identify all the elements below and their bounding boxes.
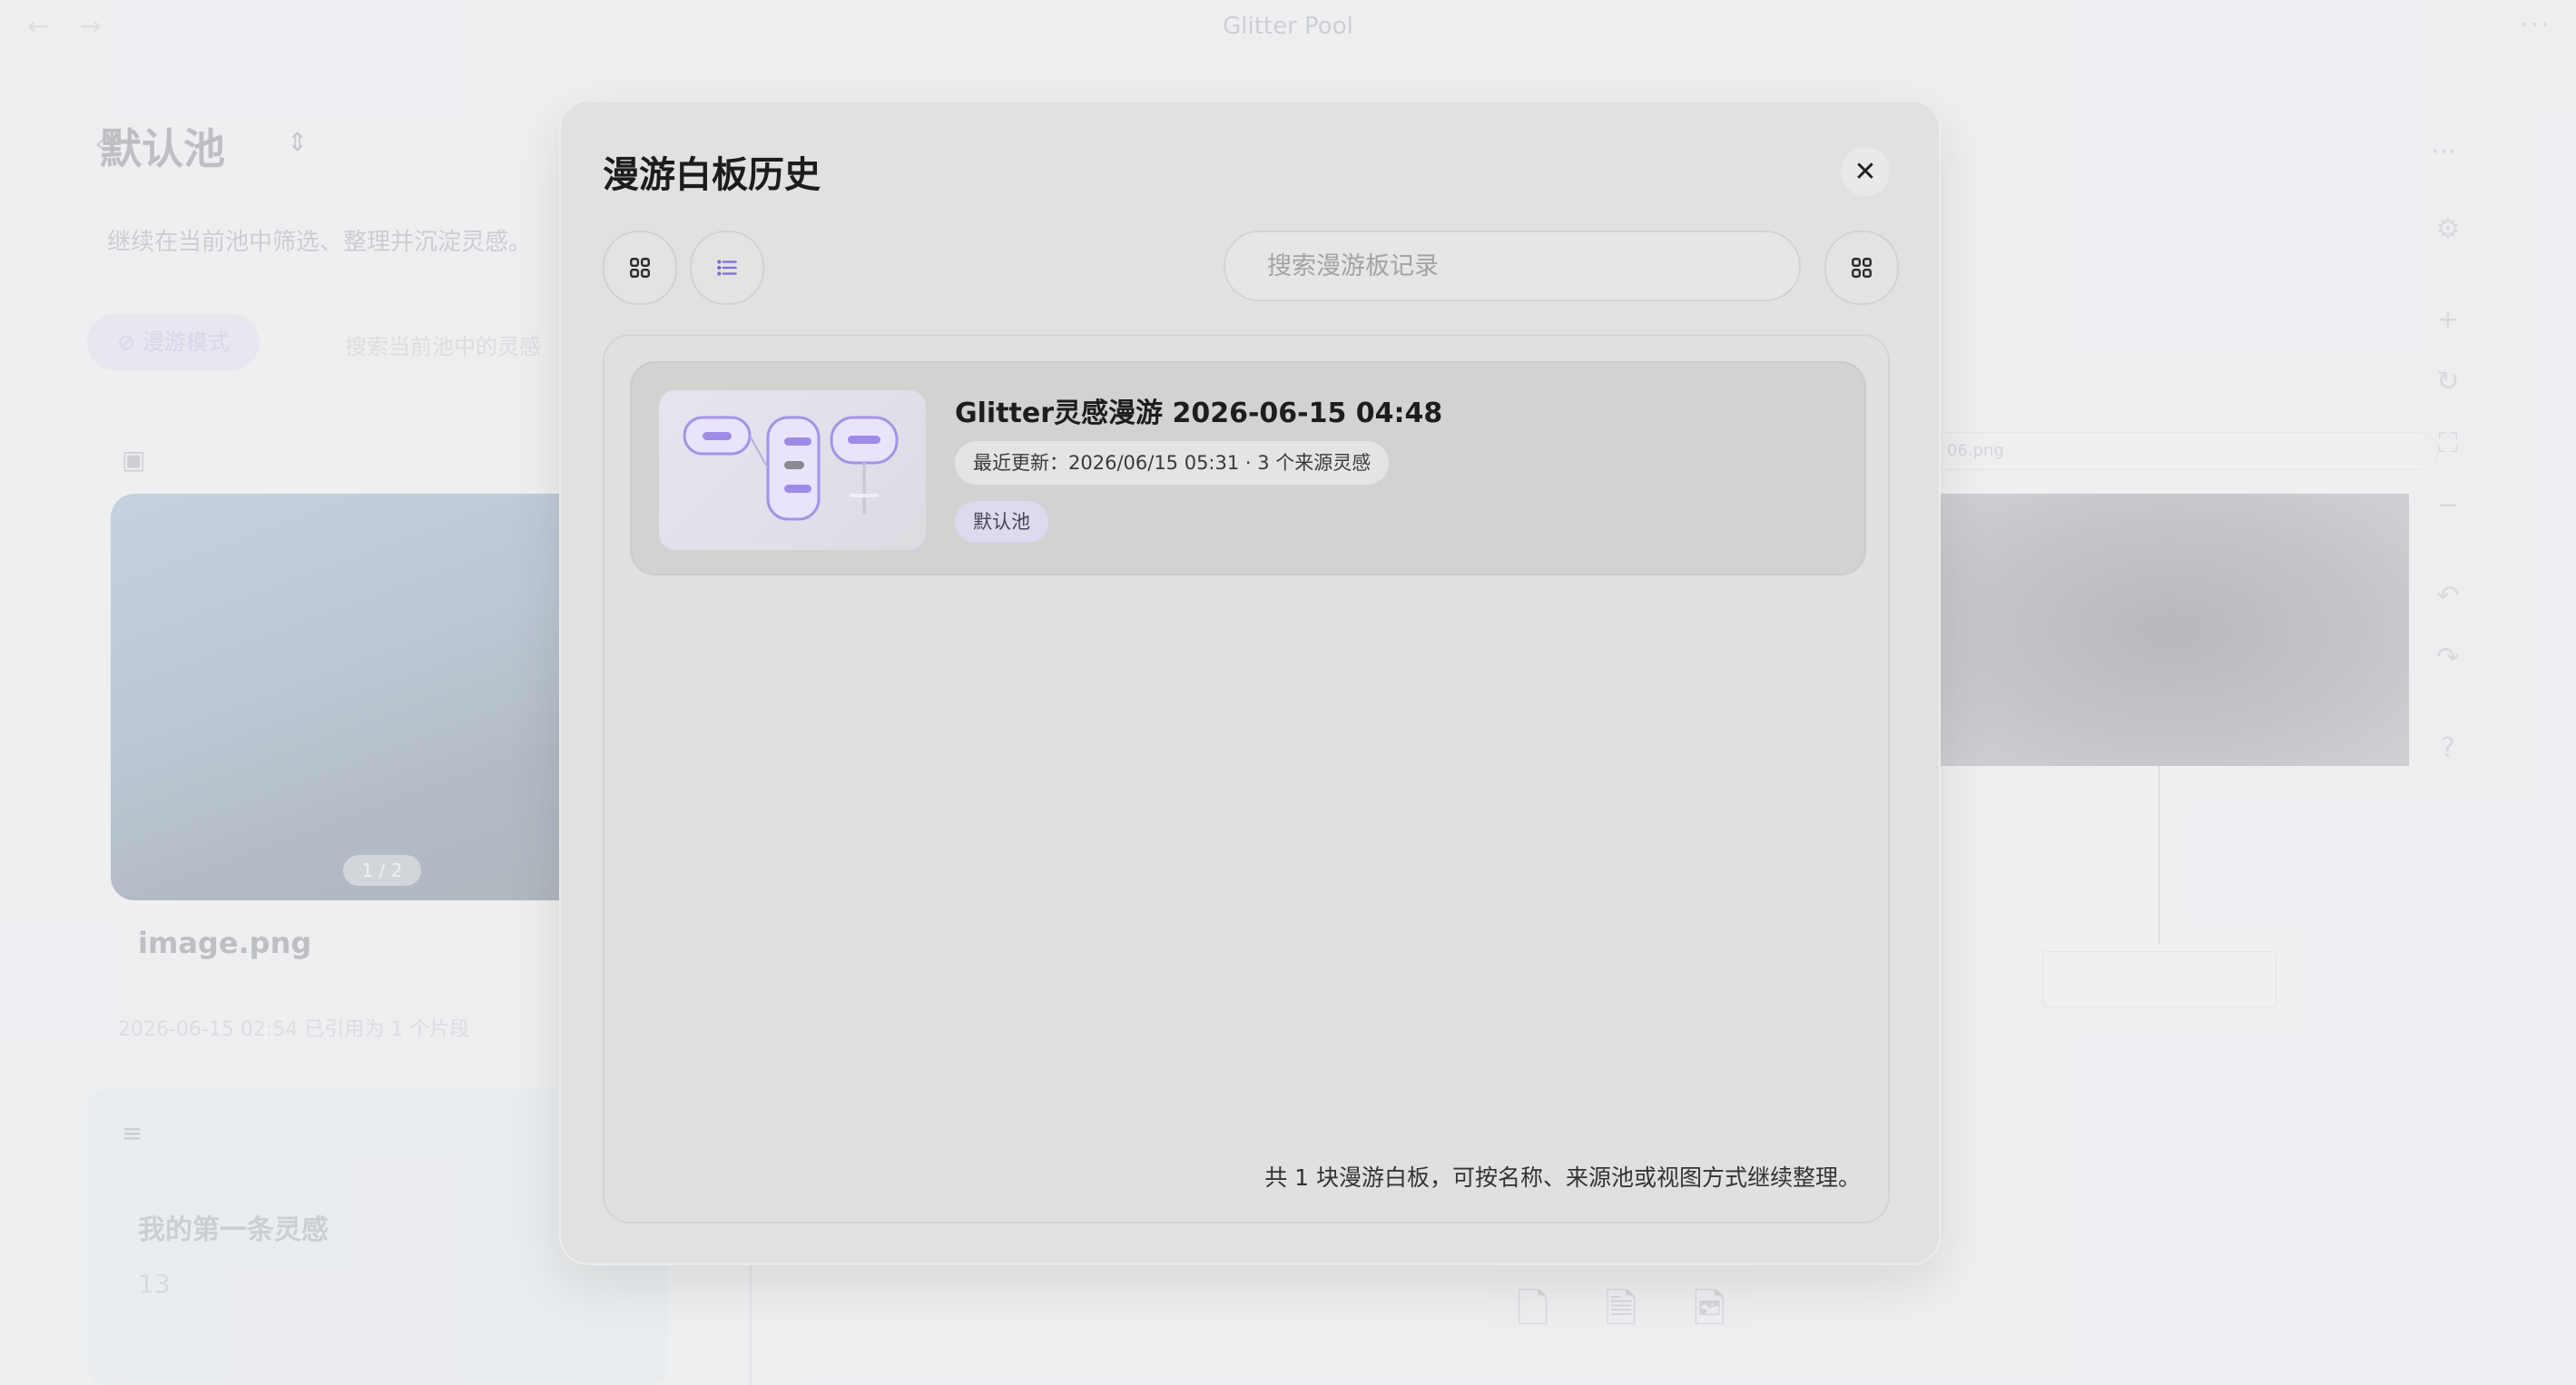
whiteboard-thumbnail — [659, 390, 926, 550]
close-icon: ✕ — [1853, 155, 1877, 188]
history-record-card[interactable]: Glitter灵感漫游 2026-06-15 04:48 最近更新：2026/0… — [630, 361, 1866, 575]
grid-view-icon — [630, 258, 650, 278]
grid-layout-icon — [1852, 258, 1872, 278]
list-view-icon — [717, 260, 737, 276]
list-view-button[interactable] — [690, 231, 764, 305]
close-button[interactable]: ✕ — [1841, 147, 1890, 196]
whiteboard-thumbnail-graphic — [683, 416, 899, 521]
history-search-input[interactable] — [1225, 232, 1799, 300]
history-search-field[interactable] — [1224, 231, 1801, 301]
records-summary: 共 1 块漫游白板，可按名称、来源池或视图方式继续整理。 — [1264, 1164, 1861, 1191]
record-meta: 最近更新：2026/06/15 05:31 · 3 个来源灵感 — [955, 441, 1390, 485]
dialog-title: 漫游白板历史 — [603, 154, 821, 196]
record-pool-tag: 默认池 — [955, 501, 1048, 543]
layout-toggle-button[interactable] — [1824, 231, 1899, 305]
record-title: Glitter灵感漫游 2026-06-15 04:48 — [955, 398, 1443, 429]
roam-history-dialog: 漫游白板历史 ✕ 搜索漫游板记录 Glitter灵感漫游 2026-06-15 … — [559, 100, 1941, 1265]
grid-view-button[interactable] — [603, 231, 677, 305]
history-list-panel: Glitter灵感漫游 2026-06-15 04:48 最近更新：2026/0… — [603, 334, 1890, 1223]
